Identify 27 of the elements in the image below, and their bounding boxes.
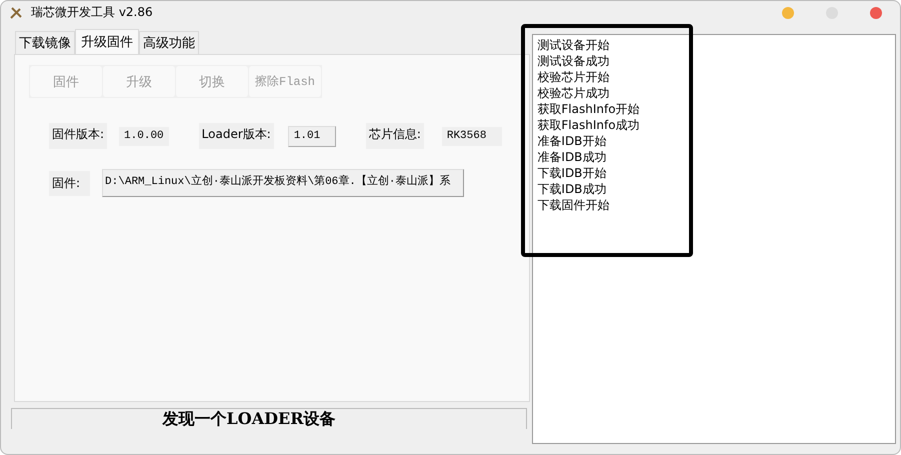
log-line: 准备IDB成功 [537,149,608,165]
tab[interactable]: 高级功能 [139,31,199,54]
log-line: 准备IDB开始 [537,133,608,149]
field-label: 固件: [49,170,90,196]
window-title: 瑞芯微开发工具 v2.86 [31,4,153,21]
log-line: 校验芯片成功 [537,85,610,101]
path-field[interactable]: D:\ARM_Linux\立创·泰山派开发板资料\第06章.【立创·泰山派】系 [102,169,464,197]
tab[interactable]: 升级固件 [75,29,139,55]
minimize-icon[interactable] [782,6,794,18]
tools-icon [9,6,23,20]
log-line: 下载IDB成功 [537,181,608,197]
status-bar: 发现一个LOADER设备 [11,408,527,429]
field-label: Loader版本: [198,123,274,149]
field-label: 固件版本: [49,123,108,149]
log-line: 下载IDB开始 [537,165,608,181]
tab[interactable]: 下载镜像 [15,31,75,54]
log-line: 获取FlashInfo成功 [537,117,641,133]
close-icon[interactable] [870,6,882,18]
field-label: 芯片信息: [366,123,424,149]
version-field: 1.01 [288,126,336,146]
log-line: 校验芯片开始 [537,69,610,85]
log-line: 获取FlashInfo开始 [537,101,641,117]
log-line: 测试设备成功 [537,53,610,69]
log-line: 测试设备开始 [537,37,610,53]
log-line: 下载固件开始 [537,197,610,213]
value-text: 1.0.00 [119,126,169,146]
value-text: RK3568 [442,126,502,146]
